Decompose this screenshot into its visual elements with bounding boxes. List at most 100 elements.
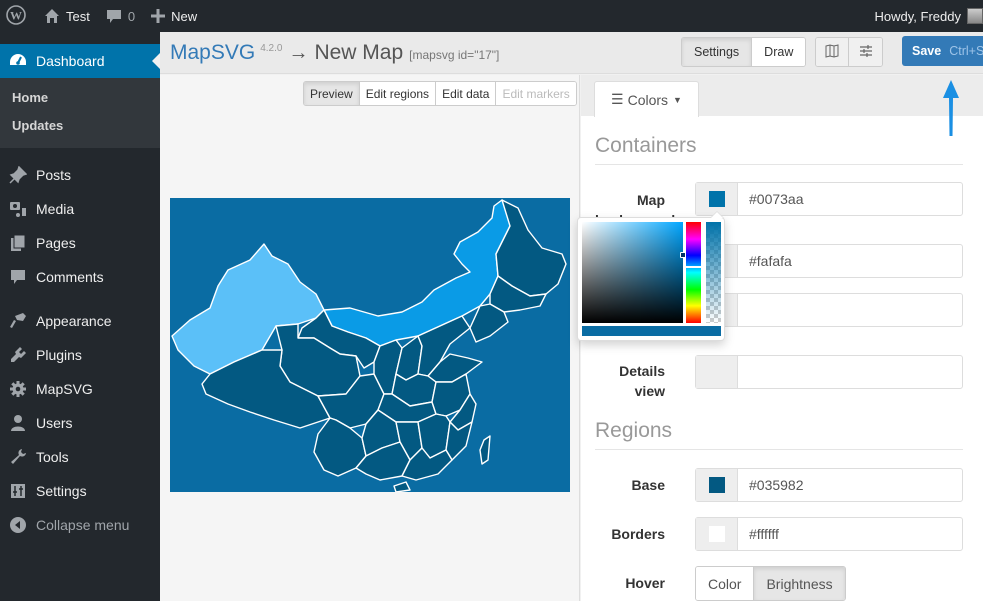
color-swatch-button[interactable] bbox=[696, 469, 738, 501]
comments-count: 0 bbox=[127, 8, 136, 24]
color-value[interactable]: #fafafa bbox=[738, 245, 962, 277]
sidebar-item-users[interactable]: Users bbox=[0, 406, 160, 440]
base-color-input[interactable]: #035982 bbox=[695, 468, 963, 502]
color-value[interactable]: #035982 bbox=[738, 469, 962, 501]
field-hover: Hover Color Brightness bbox=[581, 566, 983, 601]
alpha-slider[interactable] bbox=[706, 222, 721, 323]
details-view-input[interactable] bbox=[695, 355, 963, 389]
sidebar-item-plugins[interactable]: Plugins bbox=[0, 338, 160, 372]
color-value[interactable] bbox=[738, 294, 962, 326]
tab-label: Colors bbox=[627, 91, 669, 108]
color-value[interactable]: #ffffff bbox=[738, 518, 962, 550]
caret-down-icon: ▼ bbox=[673, 94, 682, 105]
hover-color-option[interactable]: Color bbox=[696, 567, 755, 600]
settings-mode-button[interactable]: Settings bbox=[682, 38, 753, 66]
color-swatch-button[interactable] bbox=[696, 518, 738, 550]
sidebar-item-label: Users bbox=[36, 415, 73, 431]
sliders-icon bbox=[859, 44, 873, 61]
saturation-area[interactable] bbox=[582, 222, 686, 323]
color-swatch-button[interactable] bbox=[696, 356, 738, 388]
hover-brightness-option[interactable]: Brightness bbox=[754, 567, 845, 600]
account-menu[interactable]: Howdy, Freddy bbox=[867, 0, 983, 32]
admin-sidebar: Dashboard Home Updates Posts Media Pages… bbox=[0, 32, 160, 601]
hue-slider[interactable] bbox=[686, 222, 701, 323]
section-title-regions: Regions bbox=[595, 419, 963, 450]
color-value[interactable]: #0073aa bbox=[738, 183, 962, 215]
borders-color-input[interactable]: #ffffff bbox=[695, 517, 963, 551]
tab-edit-data[interactable]: Edit data bbox=[436, 82, 497, 105]
site-name-link[interactable]: Test bbox=[36, 0, 98, 32]
shortcode: [mapsvg id="17"] bbox=[409, 47, 500, 62]
tab-colors[interactable]: ☰ Colors ▼ bbox=[594, 81, 699, 117]
sidebar-item-label: Posts bbox=[36, 167, 72, 183]
color-value[interactable] bbox=[738, 356, 962, 388]
wordpress-logo-button[interactable]: W bbox=[0, 0, 36, 32]
map-view-button[interactable] bbox=[816, 38, 849, 66]
paintbrush-icon bbox=[8, 311, 28, 331]
tab-edit-regions[interactable]: Edit regions bbox=[359, 82, 437, 105]
sidebar-item-label: Tools bbox=[36, 449, 69, 465]
sidebar-item-tools[interactable]: Tools bbox=[0, 440, 160, 474]
container-color-input[interactable] bbox=[695, 293, 963, 327]
hue-handle[interactable] bbox=[686, 266, 701, 268]
plus-icon bbox=[151, 9, 166, 23]
user-icon bbox=[8, 413, 28, 433]
gear-icon bbox=[8, 379, 28, 399]
section-title-containers: Containers bbox=[595, 134, 963, 165]
settings-tabbar: ☰ Colors ▼ bbox=[581, 75, 983, 117]
sidebar-item-posts[interactable]: Posts bbox=[0, 158, 160, 192]
new-content-link[interactable]: New bbox=[143, 0, 205, 32]
sidebar-item-media[interactable]: Media bbox=[0, 192, 160, 226]
region-taiwan[interactable] bbox=[479, 435, 491, 465]
map-preview-panel: Preview Edit regions Edit data Edit mark… bbox=[160, 75, 580, 601]
sidebar-item-label: Dashboard bbox=[36, 53, 105, 69]
admin-bar: W Test 0 New Howdy, Freddy bbox=[0, 0, 983, 32]
color-swatch bbox=[708, 477, 725, 493]
comment-icon bbox=[106, 8, 122, 24]
wrench-icon bbox=[8, 447, 28, 467]
view-toggle bbox=[815, 37, 883, 67]
china-map[interactable] bbox=[170, 198, 570, 492]
sliders-icon bbox=[8, 481, 28, 501]
region-hainan[interactable] bbox=[393, 481, 411, 492]
avatar bbox=[967, 8, 983, 24]
settings-view-button[interactable] bbox=[849, 38, 882, 66]
dashboard-icon bbox=[8, 51, 28, 71]
field-label: Details view bbox=[619, 363, 665, 399]
field-map-background: Map background #0073aa bbox=[581, 182, 983, 228]
sidebar-collapse-menu[interactable]: Collapse menu bbox=[0, 508, 160, 542]
comments-link[interactable]: 0 bbox=[98, 0, 143, 32]
sidebar-item-settings[interactable]: Settings bbox=[0, 474, 160, 508]
brand-name: MapSVG bbox=[170, 40, 256, 64]
pin-icon bbox=[8, 165, 28, 185]
sidebar-item-label: MapSVG bbox=[36, 381, 93, 397]
tab-preview[interactable]: Preview bbox=[304, 82, 360, 105]
submenu-item-updates[interactable]: Updates bbox=[0, 112, 160, 140]
sidebar-item-dashboard[interactable]: Dashboard bbox=[0, 44, 160, 78]
edit-mode-tabs: Preview Edit regions Edit data Edit mark… bbox=[303, 81, 577, 106]
sidebar-item-pages[interactable]: Pages bbox=[0, 226, 160, 260]
editor-header: MapSVG 4.2.0 → New Map [mapsvg id="17"] … bbox=[160, 32, 983, 74]
sidebar-item-appearance[interactable]: Appearance bbox=[0, 304, 160, 338]
map-canvas[interactable] bbox=[170, 198, 570, 492]
sidebar-item-mapsvg[interactable]: MapSVG bbox=[0, 372, 160, 406]
field-label: Base bbox=[631, 477, 665, 493]
title-arrow: → bbox=[288, 41, 309, 64]
map-background-input[interactable]: #0073aa bbox=[695, 182, 963, 216]
sidebar-item-label: Collapse menu bbox=[36, 517, 130, 533]
color-picker-popup bbox=[577, 211, 725, 341]
save-button[interactable]: Save Ctrl+S bbox=[902, 36, 983, 66]
tab-edit-markers[interactable]: Edit markers bbox=[496, 82, 576, 105]
wordpress-logo-icon: W bbox=[6, 4, 26, 28]
dashboard-submenu: Home Updates bbox=[0, 78, 160, 148]
home-icon bbox=[44, 8, 60, 24]
mode-toggle: Settings Draw bbox=[681, 37, 807, 67]
container-color-input[interactable]: #fafafa bbox=[695, 244, 963, 278]
sidebar-item-label: Pages bbox=[36, 235, 76, 251]
draw-mode-button[interactable]: Draw bbox=[752, 38, 806, 66]
submenu-item-home[interactable]: Home bbox=[0, 84, 160, 112]
sidebar-item-comments[interactable]: Comments bbox=[0, 260, 160, 294]
sidebar-item-label: Settings bbox=[36, 483, 87, 499]
media-icon bbox=[8, 199, 28, 219]
field-label: Borders bbox=[611, 526, 665, 542]
